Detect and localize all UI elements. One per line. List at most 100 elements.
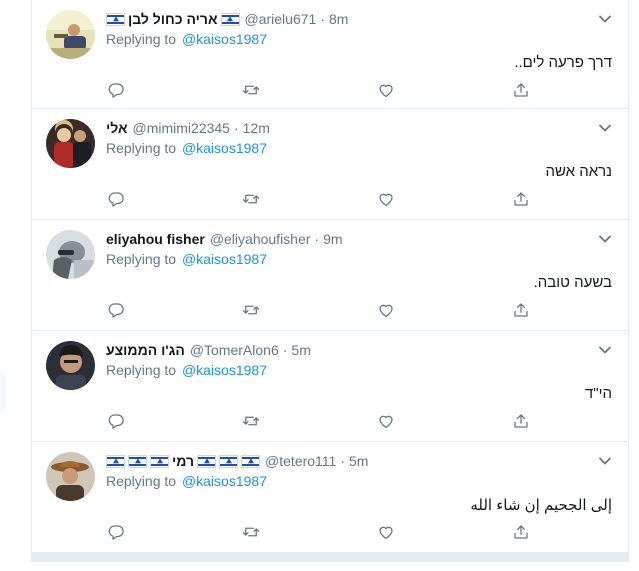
reply-button[interactable] <box>106 189 126 209</box>
retweet-icon <box>242 194 260 204</box>
display-name[interactable]: רמי <box>106 453 261 469</box>
reply-button[interactable] <box>106 411 126 431</box>
tweet-header: הג'ו הממוצע @TomerAlon6 · 5m <box>106 340 311 360</box>
share-icon <box>514 192 528 206</box>
share-icon <box>514 303 528 317</box>
tweet-text: בשעה טובה. <box>533 274 612 291</box>
reply-button[interactable] <box>106 522 126 542</box>
display-name[interactable]: אריה כחול לבן <box>106 11 240 27</box>
separator-dot: · <box>340 453 346 469</box>
retweet-icon <box>242 527 260 537</box>
tweet-item[interactable]: אריה כחול לבן @arielu671 · 8m Replying t… <box>32 0 628 109</box>
replying-label: Replying to <box>106 251 177 267</box>
tweet-header: אריה כחול לבן @arielu671 · 8m <box>106 9 348 29</box>
replying-mention-link[interactable]: @kaisos1987 <box>182 362 267 378</box>
avatar[interactable] <box>46 230 95 279</box>
retweet-button[interactable] <box>241 522 261 542</box>
timestamp[interactable]: 5m <box>291 342 310 358</box>
timestamp[interactable]: 5m <box>349 453 368 469</box>
flag-icon <box>150 454 169 468</box>
user-handle[interactable]: @eliyahoufisher <box>210 231 311 247</box>
like-button[interactable] <box>376 80 396 100</box>
share-button[interactable] <box>511 80 531 100</box>
retweet-icon <box>242 85 260 95</box>
display-name-text: הג'ו הממוצע <box>106 342 185 358</box>
display-name[interactable]: הג'ו הממוצע <box>106 342 185 358</box>
chevron-down-icon[interactable] <box>598 12 612 26</box>
flag-icon <box>128 454 147 468</box>
avatar[interactable] <box>46 341 95 390</box>
replying-mention-link[interactable]: @kaisos1987 <box>182 140 267 156</box>
replying-to: Replying to @kaisos1987 <box>106 473 267 489</box>
like-button[interactable] <box>376 300 396 320</box>
flag-icon <box>219 454 239 468</box>
like-icon <box>379 304 393 318</box>
replying-mention-link[interactable]: @kaisos1987 <box>182 31 267 47</box>
retweet-button[interactable] <box>241 189 261 209</box>
avatar[interactable] <box>46 452 95 501</box>
retweet-button[interactable] <box>241 300 261 320</box>
share-button[interactable] <box>511 189 531 209</box>
replying-mention-link[interactable]: @kaisos1987 <box>182 473 267 489</box>
retweet-icon <box>242 305 260 315</box>
chevron-down-icon[interactable] <box>598 454 612 468</box>
replying-mention-link[interactable]: @kaisos1987 <box>182 251 267 267</box>
user-handle[interactable]: @arielu671 <box>245 11 317 27</box>
tweet-actions <box>102 300 542 320</box>
reply-icon <box>108 192 124 207</box>
chevron-down-icon[interactable] <box>598 121 612 135</box>
tweet-text: הי"ד <box>584 385 612 402</box>
display-name[interactable]: eliyahou fisher <box>106 231 205 247</box>
timestamp[interactable]: 9m <box>323 231 342 247</box>
share-icon <box>514 414 528 428</box>
like-icon <box>379 193 393 207</box>
tweet-item[interactable]: eliyahou fisher @eliyahoufisher · 9m Rep… <box>32 220 628 331</box>
reply-icon <box>108 414 124 429</box>
tweet-item[interactable]: אלי @mimimi22345 · 12m Replying to @kais… <box>32 109 628 220</box>
separator-dot: · <box>233 120 239 136</box>
user-handle[interactable]: @mimimi22345 <box>133 120 230 136</box>
tweet-text: إلى الجحيم إن شاء الله <box>470 497 612 514</box>
avatar[interactable] <box>46 119 95 168</box>
retweet-icon <box>242 416 260 426</box>
share-icon <box>514 525 528 539</box>
reply-timeline: אריה כחול לבן @arielu671 · 8m Replying t… <box>31 0 629 571</box>
page-left-gutter <box>0 0 31 571</box>
retweet-button[interactable] <box>241 80 261 100</box>
tweet-item[interactable]: רמי @tetero111 · 5m Replying to @kaisos1… <box>32 442 628 553</box>
chevron-down-icon[interactable] <box>598 343 612 357</box>
share-button[interactable] <box>511 522 531 542</box>
retweet-button[interactable] <box>241 411 261 431</box>
separator-dot: · <box>320 11 325 27</box>
timeline-footer-divider <box>31 553 629 571</box>
tweet-actions <box>102 522 542 542</box>
tweet-header: אלי @mimimi22345 · 12m <box>106 118 270 138</box>
tweet-actions <box>102 411 542 431</box>
timestamp[interactable]: 8m <box>329 11 348 27</box>
replying-label: Replying to <box>106 473 177 489</box>
user-handle[interactable]: @tetero111 <box>265 453 336 469</box>
flag-icon <box>197 454 217 468</box>
replying-to: Replying to @kaisos1987 <box>106 251 267 267</box>
display-name-text: אלי <box>106 120 128 136</box>
reply-icon <box>108 525 124 540</box>
timestamp[interactable]: 12m <box>243 120 270 136</box>
reply-icon <box>108 83 124 98</box>
like-button[interactable] <box>376 189 396 209</box>
replying-label: Replying to <box>106 31 177 47</box>
like-button[interactable] <box>376 411 396 431</box>
share-button[interactable] <box>511 300 531 320</box>
avatar[interactable] <box>46 10 95 59</box>
chevron-down-icon[interactable] <box>598 232 612 246</box>
user-handle[interactable]: @TomerAlon6 <box>190 342 279 358</box>
tweet-text: דרך פרעה לים.. <box>514 54 612 71</box>
reply-button[interactable] <box>106 80 126 100</box>
reply-button[interactable] <box>106 300 126 320</box>
tweet-item[interactable]: הג'ו הממוצע @TomerAlon6 · 5m Replying to… <box>32 331 628 442</box>
like-button[interactable] <box>376 522 396 542</box>
share-button[interactable] <box>511 411 531 431</box>
replying-to: Replying to @kaisos1987 <box>106 31 267 47</box>
display-name[interactable]: אלי <box>106 120 128 136</box>
separator-dot: · <box>282 342 288 358</box>
flag-icon <box>220 12 240 26</box>
